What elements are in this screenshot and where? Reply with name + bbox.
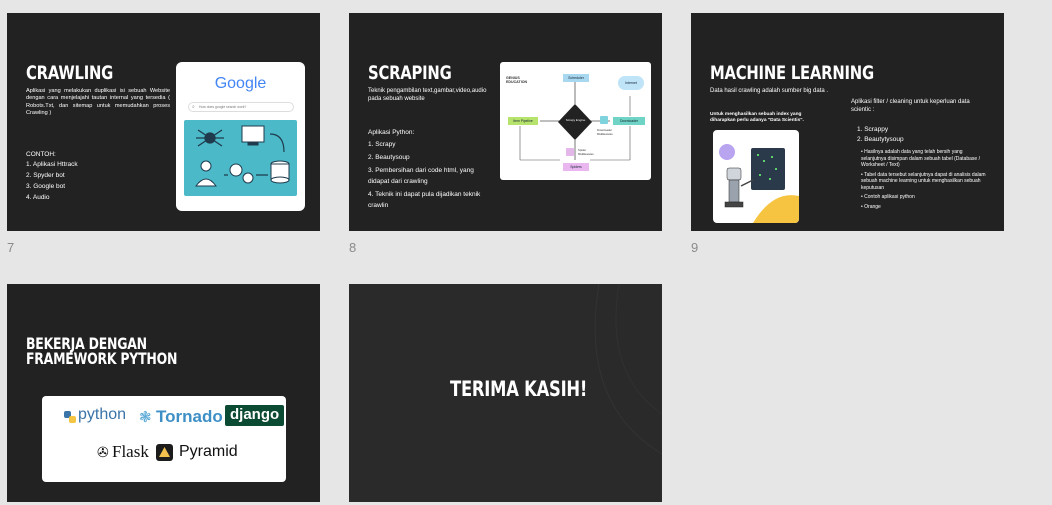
bullet-item: • Contoh aplikasi python [861,194,915,200]
list-item: 4. Audio [26,194,50,201]
python-logo-icon [64,410,76,423]
slide-title: SCRAPING [368,62,452,84]
google-crawl-illustration: Google ⌕ How does google search work? [176,62,305,211]
google-logo: Google [214,75,267,92]
spider-middleware-label: Spider Middlewares [578,148,594,156]
search-bar: ⌕ How does google search work? [188,102,294,112]
slide-number: 8 [349,240,357,255]
slide-title: CRAWLING [26,62,114,84]
framework-logos-card: python ❃ Tornado django ✇ Flask Pyramid [42,396,286,482]
robot-icon [724,167,754,208]
python-app-list: 1. Scrapy 2. Beautysoup 3. Pembersihan d… [368,139,493,211]
search-placeholder: How does google search work? [199,105,247,109]
slide-subtitle: Data hasil crawling adalah sumber big da… [710,88,829,94]
python-logo-text: python [78,406,127,423]
slide-title: BEKERJA DENGAN FRAMEWORK PYTHON [26,334,178,369]
database-icon [270,160,290,184]
slide-body-text: Aplikasi yang melakukan duplikasi isi se… [26,88,170,116]
spiders-box: Spiders [563,163,589,171]
left-note: Untuk menghasilkan sebuah index yang dih… [710,112,804,124]
slide-subtitle: Teknik pengambilan text,gambar,video,aud… [368,88,487,102]
list-item: 1. Scrapy [368,141,396,148]
list-item: 4. Teknik ini dapat pula dijadikan tekni… [368,191,481,209]
tornado-icon: ❃ [139,409,152,426]
item-pipeline-box: Item Pipeline [508,117,538,125]
right-heading: Aplikasi filter / cleaning untuk keperlu… [851,99,970,113]
downloader-middleware-label: Downloader Middlewares [597,128,613,136]
slide-title: MACHINE LEARNING [710,62,874,84]
scheduler-box: Scheduler [563,74,589,82]
list-item: 3. Pembersihan dari code html, yang dida… [368,167,474,185]
tool-list: 1. Scrappy 2. Beautytysoup [857,125,904,145]
tornado-logo-text: Tornado [156,407,223,426]
bullet-list: • Hasilnya adalah data yang telah bersih… [861,149,987,213]
list-item: 2. Beautysoup [368,154,410,161]
list-item: 2. Beautytysoup [857,136,904,143]
computer-icon [241,125,265,146]
list-item: 1. Aplikasi Httrack [26,161,78,168]
list-item: 2. Spyder bot [26,172,65,179]
list-item: 1. Scrappy [857,126,889,133]
slide-thumbnail-framework[interactable]: BEKERJA DENGAN FRAMEWORK PYTHON python ❃… [7,284,320,502]
bullet-item: • Tabel data tersebut selanjutnya dapat … [861,171,986,191]
slide-title: TERIMA KASIH! [450,377,588,401]
scrapy-architecture-diagram: GENIUS EDUCATION Scheduler Internet Scra… [500,62,651,180]
slide-thumbnail-scraping[interactable]: SCRAPING Teknik pengambilan text,gambar,… [349,13,662,231]
django-logo: django [225,405,285,426]
slide-thumbnail-thank-you[interactable]: TERIMA KASIH! [349,284,662,502]
flask-logo-text: Flask [112,442,149,461]
slide-number: 9 [691,240,699,255]
pyramid-logo-text: Pyramid [179,443,238,460]
slide-thumbnail-crawling[interactable]: CRAWLING Aplikasi yang melakukan duplika… [7,13,320,231]
example-list: 1. Aplikasi Httrack 2. Spyder bot 3. Goo… [26,159,78,203]
bullet-item: • Orange [861,203,881,210]
flask-icon: ✇ [97,444,109,460]
slide-thumbnail-machine-learning[interactable]: MACHINE LEARNING Data hasil crawling ada… [691,13,1004,231]
list-heading: Aplikasi Python: [368,129,415,136]
engine-diamond [558,104,592,140]
internet-cloud: Internet [618,76,644,90]
pyramid-icon [156,444,173,461]
engine-label: Scrapy Engine [565,118,586,122]
slide-number: 7 [7,240,15,255]
bullet-item: • Hasilnya adalah data yang telah bersih… [861,149,980,168]
downloader-box: Downloader [613,117,645,125]
search-icon: ⌕ [192,104,195,110]
crawl-diagram [184,120,297,196]
data-scientist-illustration [713,130,799,223]
list-item: 3. Google bot [26,183,66,190]
